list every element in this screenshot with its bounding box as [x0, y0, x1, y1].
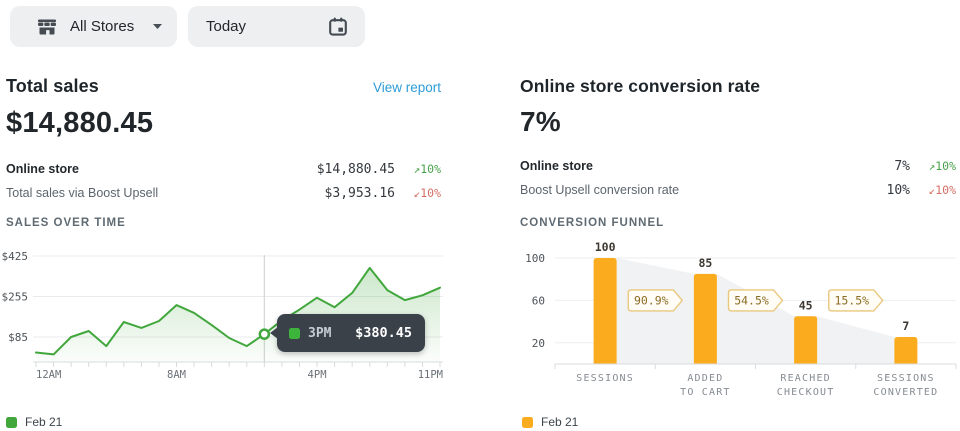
view-report-link[interactable]: View report: [373, 80, 441, 95]
svg-text:8AM: 8AM: [167, 369, 186, 381]
svg-text:SESSIONS: SESSIONS: [877, 373, 935, 384]
legend-swatch: [6, 417, 17, 428]
svg-text:4PM: 4PM: [308, 369, 327, 381]
svg-text:100: 100: [595, 240, 616, 254]
svg-text:CONVERTED: CONVERTED: [873, 387, 938, 398]
legend-label: Feb 21: [25, 415, 62, 429]
sales-legend: Feb 21: [6, 415, 62, 429]
svg-text:60: 60: [532, 294, 545, 307]
online-store-sales-row: Online store $14,880.45 ↗10%: [6, 157, 441, 181]
change-badge: ↙10%: [395, 186, 441, 200]
funnel-legend: Feb 21: [522, 415, 578, 429]
svg-text:ADDED: ADDED: [687, 373, 723, 384]
svg-text:54.5%: 54.5%: [734, 293, 769, 307]
chart-tooltip: 3PM $380.45: [277, 314, 425, 352]
svg-text:100: 100: [525, 252, 545, 265]
store-icon: [36, 17, 58, 37]
calendar-icon: [327, 16, 349, 38]
conversion-funnel-chart[interactable]: 100 60 20 100 85 45 7 SESSIONS ADDED TO CART REACH…: [518, 240, 960, 415]
svg-text:REACHED: REACHED: [780, 373, 831, 384]
svg-text:$85: $85: [8, 331, 28, 344]
svg-text:7: 7: [902, 319, 909, 333]
svg-text:85: 85: [698, 256, 712, 270]
store-filter-label: All Stores: [70, 18, 134, 35]
change-badge: ↙10%: [910, 183, 956, 197]
store-filter-button[interactable]: All Stores: [10, 6, 177, 47]
svg-text:90.9%: 90.9%: [634, 293, 669, 307]
total-sales-panel: Total sales View report $14,880.45 Onlin…: [6, 70, 441, 205]
legend-label: Feb 21: [541, 415, 578, 429]
svg-text:CHECKOUT: CHECKOUT: [777, 387, 835, 398]
svg-text:TO CART: TO CART: [680, 387, 731, 398]
date-filter-label: Today: [206, 18, 246, 35]
svg-text:$255: $255: [2, 291, 29, 304]
svg-text:11PM: 11PM: [418, 369, 443, 381]
legend-swatch: [522, 417, 533, 428]
tooltip-series-swatch: [289, 328, 300, 339]
tooltip-hour: 3PM: [308, 326, 331, 341]
date-filter-button[interactable]: Today: [188, 6, 365, 47]
change-badge: ↗10%: [910, 159, 956, 173]
tooltip-value: $380.45: [355, 325, 412, 341]
chevron-down-icon: [152, 23, 163, 30]
total-sales-title: Total sales: [6, 76, 99, 97]
svg-text:SESSIONS: SESSIONS: [576, 373, 634, 384]
online-store-conversion-row: Online store 7% ↗10%: [520, 154, 956, 178]
svg-text:12AM: 12AM: [36, 369, 61, 381]
conversion-rate-panel: Online store conversion rate 7% Online s…: [520, 70, 956, 202]
boost-upsell-sales-row: Total sales via Boost Upsell $3,953.16 ↙…: [6, 181, 441, 205]
svg-text:20: 20: [532, 337, 545, 350]
total-sales-value: $14,880.45: [6, 107, 441, 140]
conversion-title: Online store conversion rate: [520, 76, 760, 97]
boost-upsell-conversion-row: Boost Upsell conversion rate 10% ↙10%: [520, 178, 956, 202]
sales-over-time-heading: SALES OVER TIME: [6, 217, 126, 229]
svg-text:45: 45: [799, 298, 813, 312]
conversion-funnel-heading: CONVERSION FUNNEL: [520, 217, 664, 229]
conversion-value: 7%: [520, 106, 956, 138]
change-badge: ↗10%: [395, 162, 441, 176]
svg-text:15.5%: 15.5%: [834, 293, 869, 307]
analytics-dashboard: All Stores Today Total sales View report…: [0, 0, 960, 431]
svg-text:$425: $425: [2, 250, 29, 263]
